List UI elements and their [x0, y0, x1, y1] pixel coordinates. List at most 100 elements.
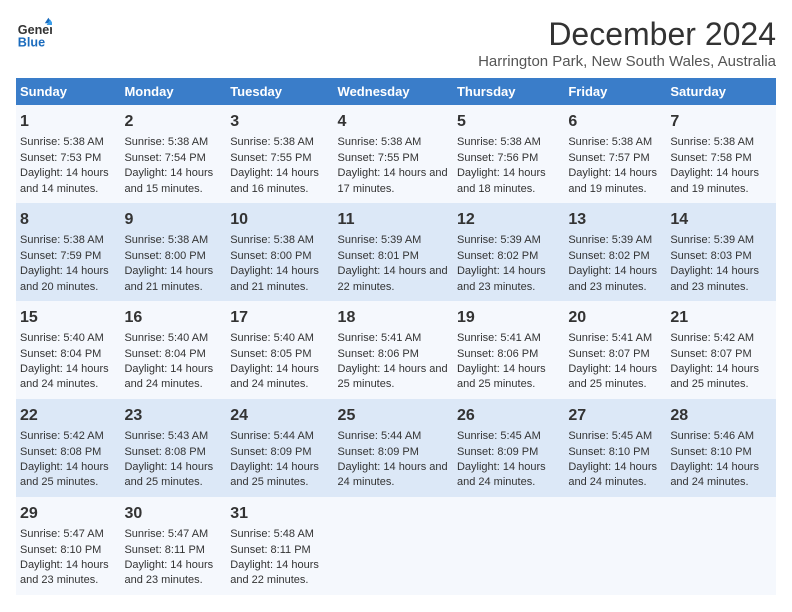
- sunset-text: Sunset: 8:03 PM: [670, 250, 751, 262]
- calendar-cell: 19 Sunrise: 5:41 AM Sunset: 8:06 PM Dayligh…: [453, 301, 564, 399]
- header-wednesday: Wednesday: [334, 78, 453, 105]
- sunrise-text: Sunrise: 5:42 AM: [670, 332, 754, 344]
- daylight-text: Daylight: 14 hours and 19 minutes.: [670, 167, 759, 194]
- day-number: 29: [20, 503, 116, 525]
- calendar-cell: 4Sunrise: 5:38 AMSunset: 7:55 PMDaylight…: [334, 105, 453, 203]
- sunset-text: Sunset: 7:55 PM: [230, 152, 311, 164]
- sunrise-text: Sunrise: 5:40 AM: [124, 332, 208, 344]
- calendar-cell: [666, 497, 776, 595]
- sunset-text: Sunset: 8:02 PM: [568, 250, 649, 262]
- sunrise-text: Sunrise: 5:39 AM: [568, 234, 652, 246]
- week-row-3: 15Sunrise: 5:40 AMSunset: 8:04 PMDayligh…: [16, 301, 776, 399]
- calendar-cell: 21Sunrise: 5:42 AMSunset: 8:07 PMDayligh…: [666, 301, 776, 399]
- daylight-text: Daylight: 14 hours and 25 minutes.: [338, 363, 448, 390]
- calendar-cell: 11Sunrise: 5:39 AMSunset: 8:01 PMDayligh…: [334, 203, 453, 301]
- daylight-text: Daylight: 14 hours and 15 minutes.: [124, 167, 213, 194]
- sunrise-text: Sunrise: 5:40 AM: [20, 332, 104, 344]
- sunset-text: Sunset: 8:08 PM: [20, 446, 101, 458]
- calendar-cell: 1Sunrise: 5:38 AMSunset: 7:53 PMDaylight…: [16, 105, 120, 203]
- sunset-text: Sunset: 8:10 PM: [670, 446, 751, 458]
- sunrise-text: Sunrise: 5:38 AM: [124, 234, 208, 246]
- day-number: 8: [20, 209, 116, 231]
- sunrise-text: Sunrise: 5:41 AM: [568, 332, 652, 344]
- sunrise-text: Sunrise: 5:41 AM: [457, 332, 541, 344]
- page-header: General Blue December 2024 Harrington Pa…: [16, 16, 776, 70]
- calendar-cell: 16Sunrise: 5:40 AMSunset: 8:04 PMDayligh…: [120, 301, 226, 399]
- header-sunday: Sunday: [16, 78, 120, 105]
- calendar-cell: 5Sunrise: 5:38 AMSunset: 7:56 PMDaylight…: [453, 105, 564, 203]
- calendar-cell: 25Sunrise: 5:44 AMSunset: 8:09 PMDayligh…: [334, 399, 453, 497]
- daylight-text: Daylight: 14 hours and 25 minutes.: [568, 363, 657, 390]
- day-number: 20: [568, 307, 662, 329]
- daylight-text: Daylight: 14 hours and 19 minutes.: [568, 167, 657, 194]
- sunset-text: Sunset: 8:06 PM: [457, 348, 538, 360]
- sunrise-text: Sunrise: 5:45 AM: [568, 430, 652, 442]
- sunrise-text: Sunrise: 5:45 AM: [457, 430, 541, 442]
- daylight-text: Daylight: 14 hours and 22 minutes.: [338, 265, 448, 292]
- header-saturday: Saturday: [666, 78, 776, 105]
- daylight-text: Daylight: 14 hours and 24 minutes.: [230, 363, 319, 390]
- calendar-cell: 27Sunrise: 5:45 AMSunset: 8:10 PMDayligh…: [564, 399, 666, 497]
- sunset-text: Sunset: 8:09 PM: [230, 446, 311, 458]
- daylight-text: Daylight: 14 hours and 25 minutes.: [124, 461, 213, 488]
- sunset-text: Sunset: 7:54 PM: [124, 152, 205, 164]
- sunset-text: Sunset: 8:09 PM: [457, 446, 538, 458]
- daylight-text: Daylight: 14 hours and 16 minutes.: [230, 167, 319, 194]
- daylight-text: Daylight: 14 hours and 25 minutes.: [230, 461, 319, 488]
- sunrise-text: Sunrise: 5:44 AM: [338, 430, 422, 442]
- day-number: 19: [457, 307, 560, 329]
- calendar-cell: 3Sunrise: 5:38 AMSunset: 7:55 PMDaylight…: [226, 105, 333, 203]
- sunrise-text: Sunrise: 5:48 AM: [230, 528, 314, 540]
- calendar-cell: 17Sunrise: 5:40 AMSunset: 8:05 PMDayligh…: [226, 301, 333, 399]
- calendar-cell: 15Sunrise: 5:40 AMSunset: 8:04 PMDayligh…: [16, 301, 120, 399]
- daylight-text: Daylight: 14 hours and 25 minutes.: [457, 363, 546, 390]
- calendar-cell: 9Sunrise: 5:38 AMSunset: 8:00 PMDaylight…: [120, 203, 226, 301]
- sunset-text: Sunset: 7:58 PM: [670, 152, 751, 164]
- sunrise-text: Sunrise: 5:47 AM: [124, 528, 208, 540]
- daylight-text: Daylight: 14 hours and 23 minutes.: [124, 559, 213, 586]
- day-number: 4: [338, 111, 449, 133]
- calendar-cell: 20Sunrise: 5:41 AMSunset: 8:07 PMDayligh…: [564, 301, 666, 399]
- day-number: 18: [338, 307, 449, 329]
- day-number: 7: [670, 111, 772, 133]
- header-friday: Friday: [564, 78, 666, 105]
- title-section: December 2024 Harrington Park, New South…: [478, 16, 776, 70]
- day-number: 30: [124, 503, 222, 525]
- sunrise-text: Sunrise: 5:42 AM: [20, 430, 104, 442]
- week-row-5: 29 Sunrise: 5:47 AM Sunset: 8:10 PM Dayligh…: [16, 497, 776, 595]
- calendar-cell: 8Sunrise: 5:38 AMSunset: 7:59 PMDaylight…: [16, 203, 120, 301]
- day-number: 22: [20, 405, 116, 427]
- day-number: 27: [568, 405, 662, 427]
- sunset-text: Sunset: 8:01 PM: [338, 250, 419, 262]
- calendar-cell: [453, 497, 564, 595]
- calendar-cell: 23Sunrise: 5:43 AMSunset: 8:08 PMDayligh…: [120, 399, 226, 497]
- calendar-cell: 14Sunrise: 5:39 AMSunset: 8:03 PMDayligh…: [666, 203, 776, 301]
- day-number: 3: [230, 111, 329, 133]
- sunset-text: Sunset: 8:07 PM: [670, 348, 751, 360]
- sunset-text: Sunset: 7:53 PM: [20, 152, 101, 164]
- daylight-text: Daylight: 14 hours and 20 minutes.: [20, 265, 109, 292]
- daylight-text: Daylight: 14 hours and 14 minutes.: [20, 167, 109, 194]
- sunset-text: Sunset: 8:02 PM: [457, 250, 538, 262]
- header-row: SundayMondayTuesdayWednesdayThursdayFrid…: [16, 78, 776, 105]
- sunset-text: Sunset: 8:10 PM: [20, 544, 101, 556]
- calendar-cell: 6Sunrise: 5:38 AMSunset: 7:57 PMDaylight…: [564, 105, 666, 203]
- daylight-text: Daylight: 14 hours and 25 minutes.: [20, 461, 109, 488]
- daylight-text: Daylight: 14 hours and 24 minutes.: [568, 461, 657, 488]
- daylight-text: Daylight: 14 hours and 25 minutes.: [670, 363, 759, 390]
- header-monday: Monday: [120, 78, 226, 105]
- calendar-cell: 12Sunrise: 5:39 AMSunset: 8:02 PMDayligh…: [453, 203, 564, 301]
- calendar-cell: [334, 497, 453, 595]
- day-number: 1: [20, 111, 116, 133]
- day-number: 12: [457, 209, 560, 231]
- sunset-text: Sunset: 8:11 PM: [124, 544, 205, 556]
- sunset-text: Sunset: 7:56 PM: [457, 152, 538, 164]
- sunrise-text: Sunrise: 5:38 AM: [338, 136, 422, 148]
- calendar-table: SundayMondayTuesdayWednesdayThursdayFrid…: [16, 78, 776, 595]
- day-number: 9: [124, 209, 222, 231]
- daylight-text: Daylight: 14 hours and 24 minutes.: [338, 461, 448, 488]
- day-number: 6: [568, 111, 662, 133]
- sunrise-text: Sunrise: 5:39 AM: [670, 234, 754, 246]
- daylight-text: Daylight: 14 hours and 18 minutes.: [457, 167, 546, 194]
- sunset-text: Sunset: 8:08 PM: [124, 446, 205, 458]
